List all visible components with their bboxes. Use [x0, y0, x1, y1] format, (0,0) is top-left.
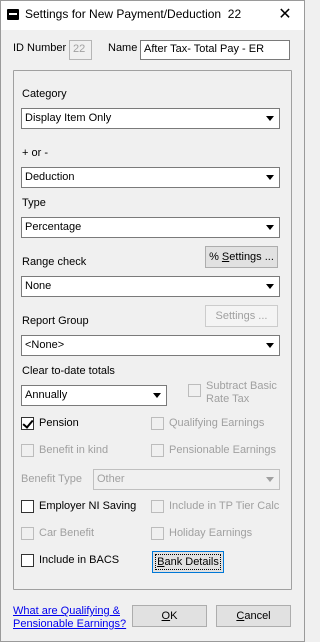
benefit-in-kind-checkbox[interactable]	[21, 444, 34, 457]
range-check-value: None	[25, 280, 52, 292]
window-title-id: 22	[227, 7, 242, 21]
name-label: Name	[108, 42, 138, 54]
id-number-label: ID Number	[13, 42, 67, 54]
type-value: Percentage	[25, 221, 82, 233]
chevron-down-icon[interactable]	[261, 471, 278, 488]
help-link-line1: What are Qualifying &	[13, 605, 120, 617]
subtract-basic-rate-tax-line2: Rate Tax	[206, 393, 250, 405]
type-label: Type	[22, 197, 46, 209]
subtract-basic-rate-tax-checkbox[interactable]	[188, 384, 201, 397]
chevron-down-icon[interactable]	[148, 387, 165, 404]
cancel-rest: ancel	[244, 610, 271, 622]
pension-checkbox[interactable]	[21, 417, 34, 430]
qualifying-earnings-help-link[interactable]: What are Qualifying & Pensionable Earnin…	[13, 605, 126, 631]
plus-minus-label: + or -	[22, 147, 48, 159]
percent-settings-rest: ettings ...	[229, 251, 274, 263]
bank-details-button[interactable]: Bank Details	[152, 551, 224, 573]
employer-ni-saving-label: Employer NI Saving	[39, 500, 137, 512]
pensionable-earnings-checkbox[interactable]	[151, 444, 164, 457]
id-number-field: 22	[69, 40, 92, 60]
ok-accel: O	[161, 610, 171, 622]
benefit-type-select[interactable]: Other	[93, 469, 280, 490]
pensionable-earnings-label: Pensionable Earnings	[169, 444, 277, 456]
report-group-label: Report Group	[22, 315, 89, 327]
category-label: Category	[22, 88, 67, 100]
percent-settings-button[interactable]: % Settings ...	[205, 246, 278, 268]
include-tp-tier-calc-label: Include in TP Tier Calc	[169, 500, 280, 512]
subtract-basic-rate-tax-line1: Subtract Basic	[206, 380, 277, 392]
chevron-down-icon[interactable]	[261, 278, 278, 295]
window-title-text: Settings for New Payment/Deduction	[25, 7, 222, 21]
include-in-bacs-checkbox[interactable]	[21, 554, 34, 567]
benefit-type-label: Benefit Type	[21, 473, 82, 485]
benefit-in-kind-label: Benefit in kind	[39, 444, 109, 456]
include-in-bacs-label: Include in BACS	[39, 554, 120, 566]
name-field[interactable]: After Tax- Total Pay - ER	[140, 40, 290, 60]
clear-totals-label: Clear to-date totals	[22, 365, 115, 377]
ok-button[interactable]: OK	[132, 605, 207, 627]
percent-settings-prefix: %	[209, 251, 222, 263]
type-select[interactable]: Percentage	[21, 217, 280, 238]
title-bar: Settings for New Payment/Deduction 22 ✕	[0, 0, 305, 30]
plus-minus-value: Deduction	[25, 171, 75, 183]
holiday-earnings-checkbox[interactable]	[151, 527, 164, 540]
plus-minus-select[interactable]: Deduction	[21, 167, 280, 188]
benefit-type-value: Other	[97, 473, 125, 485]
category-select[interactable]: Display Item Only	[21, 108, 280, 129]
chevron-down-icon[interactable]	[261, 337, 278, 354]
chevron-down-icon[interactable]	[261, 219, 278, 236]
car-benefit-checkbox[interactable]	[21, 527, 34, 540]
pension-label: Pension	[39, 417, 79, 429]
range-check-select[interactable]: None	[21, 276, 280, 297]
range-check-label: Range check	[22, 256, 87, 268]
holiday-earnings-label: Holiday Earnings	[169, 527, 253, 539]
cancel-button[interactable]: Cancel	[216, 605, 291, 627]
report-group-value: <None>	[25, 339, 65, 351]
include-tp-tier-calc-checkbox[interactable]	[151, 500, 164, 513]
app-icon	[7, 9, 19, 20]
clear-totals-select[interactable]: Annually	[21, 385, 167, 406]
report-group-select[interactable]: <None>	[21, 335, 280, 356]
chevron-down-icon[interactable]	[261, 110, 278, 127]
help-link-line2: Pensionable Earnings?	[13, 618, 127, 630]
car-benefit-label: Car Benefit	[39, 527, 95, 539]
clear-totals-value: Annually	[25, 389, 68, 401]
qualifying-earnings-checkbox[interactable]	[151, 417, 164, 430]
focus-rect	[155, 554, 221, 570]
window-title: Settings for New Payment/Deduction 22	[25, 7, 241, 21]
report-group-settings-button[interactable]: Settings ...	[205, 305, 278, 327]
subtract-basic-rate-tax-label: Subtract Basic Rate Tax	[206, 380, 277, 406]
ok-rest: K	[170, 610, 178, 622]
qualifying-earnings-label: Qualifying Earnings	[169, 417, 265, 429]
chevron-down-icon[interactable]	[261, 169, 278, 186]
employer-ni-saving-checkbox[interactable]	[21, 500, 34, 513]
category-value: Display Item Only	[25, 112, 112, 124]
close-icon[interactable]: ✕	[268, 2, 302, 28]
